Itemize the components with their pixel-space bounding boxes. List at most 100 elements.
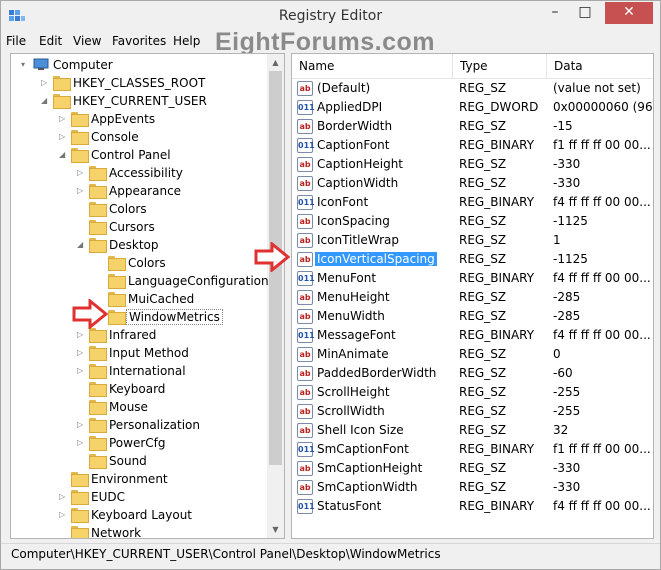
value-name[interactable]: PaddedBorderWidth xyxy=(315,366,438,380)
tree-node-label[interactable]: Keyboard xyxy=(107,382,167,396)
tree-node-label[interactable]: Network xyxy=(89,526,143,538)
value-name[interactable]: MinAnimate xyxy=(315,347,391,361)
tree-node-label[interactable]: Keyboard Layout xyxy=(89,508,194,522)
value-row[interactable]: ab SmCaptionHeight REG_SZ -330 xyxy=(292,459,653,478)
tree-node-label[interactable]: AppEvents xyxy=(89,112,157,126)
value-name[interactable]: MenuFont xyxy=(315,271,378,285)
tree-node-label[interactable]: Personalization xyxy=(107,418,202,432)
tree-node-label[interactable]: PowerCfg xyxy=(107,436,168,450)
expander-icon[interactable]: ◢ xyxy=(59,146,69,164)
value-row[interactable]: ab MinAnimate REG_SZ 0 xyxy=(292,345,653,364)
menu-file[interactable]: File xyxy=(6,34,26,48)
expander-icon[interactable]: ◢ xyxy=(77,236,87,254)
tree-node-label[interactable]: Console xyxy=(89,130,141,144)
value-name[interactable]: AppliedDPI xyxy=(315,100,384,114)
expander-icon[interactable]: ▷ xyxy=(59,506,69,524)
value-row[interactable]: ab SmCaptionWidth REG_SZ -330 xyxy=(292,478,653,497)
tree-node-label[interactable]: Colors xyxy=(126,256,168,270)
tree-node-label[interactable]: HKEY_CLASSES_ROOT xyxy=(71,76,207,90)
value-name[interactable]: MessageFont xyxy=(315,328,398,342)
value-row[interactable]: ab Shell Icon Size REG_SZ 32 xyxy=(292,421,653,440)
tree-node-label[interactable]: Infrared xyxy=(107,328,158,342)
value-row[interactable]: ab (Default) REG_SZ (value not set) xyxy=(292,79,653,98)
value-row[interactable]: ab IconTitleWrap REG_SZ 1 xyxy=(292,231,653,250)
value-row[interactable]: 011 SmCaptionFont REG_BINARY f1 ff ff ff 00… xyxy=(292,440,653,459)
tree-node-label[interactable]: Control Panel xyxy=(89,148,173,162)
value-name[interactable]: SmCaptionFont xyxy=(315,442,411,456)
tree-node-label[interactable]: Environment xyxy=(89,472,170,486)
expander-icon[interactable]: ▷ xyxy=(59,110,69,128)
key-tree-pane[interactable]: ▲ ▼ ▾ Computer ▷ HKEY_CLASSES_ROOT ◢ HKEY_CUR… xyxy=(10,53,285,539)
menu-edit[interactable]: Edit xyxy=(39,34,62,48)
value-name[interactable]: CaptionFont xyxy=(315,138,391,152)
expander-icon[interactable]: ▷ xyxy=(77,182,87,200)
value-name[interactable]: IconTitleWrap xyxy=(315,233,401,247)
value-row[interactable]: ab PaddedBorderWidth REG_SZ -60 xyxy=(292,364,653,383)
tree-node-label[interactable]: Desktop xyxy=(107,238,161,252)
value-name[interactable]: StatusFont xyxy=(315,499,383,513)
tree-scrollbar[interactable]: ▲ ▼ xyxy=(267,54,284,538)
value-row[interactable]: ab ScrollHeight REG_SZ -255 xyxy=(292,383,653,402)
value-row[interactable]: 011 StatusFont REG_BINARY f4 ff ff ff 00 00… xyxy=(292,497,653,516)
tree-node-label[interactable]: Colors xyxy=(107,202,149,216)
expander-icon[interactable]: ▷ xyxy=(59,488,69,506)
value-row[interactable]: 011 MenuFont REG_BINARY f4 ff ff ff 00 00..… xyxy=(292,269,653,288)
value-name[interactable]: ScrollWidth xyxy=(315,404,387,418)
tree-node-label[interactable]: Input Method xyxy=(107,346,191,360)
menu-help[interactable]: Help xyxy=(173,34,200,48)
minimize-button[interactable]: – xyxy=(541,2,569,24)
value-name[interactable]: SmCaptionWidth xyxy=(315,480,420,494)
expander-icon[interactable]: ▷ xyxy=(59,128,69,146)
scroll-up-arrow-icon[interactable]: ▲ xyxy=(267,54,284,71)
tree-node-label[interactable]: MuiCached xyxy=(126,292,196,306)
expander-icon[interactable]: ▷ xyxy=(77,434,87,452)
value-name[interactable]: IconVerticalSpacing xyxy=(315,252,437,266)
values-list-pane[interactable]: Name Type Data ab (Default) REG_SZ (value n… xyxy=(291,53,654,539)
value-name[interactable]: MenuWidth xyxy=(315,309,387,323)
scroll-down-arrow-icon[interactable]: ▼ xyxy=(267,521,284,538)
expander-icon[interactable]: ▾ xyxy=(21,56,31,74)
menu-view[interactable]: View xyxy=(73,34,101,48)
tree-node-label[interactable]: Cursors xyxy=(107,220,157,234)
tree-node-label[interactable]: WindowMetrics xyxy=(126,309,223,325)
expander-icon[interactable]: ▷ xyxy=(77,362,87,380)
tree-node-label[interactable]: HKEY_CURRENT_USER xyxy=(71,94,209,108)
value-row[interactable]: ab BorderWidth REG_SZ -15 xyxy=(292,117,653,136)
column-header-type[interactable]: Type xyxy=(453,54,547,78)
tree-node-label[interactable]: EUDC xyxy=(89,490,127,504)
value-name[interactable]: BorderWidth xyxy=(315,119,394,133)
expander-icon[interactable]: ▷ xyxy=(41,74,51,92)
value-row[interactable]: ab MenuHeight REG_SZ -285 xyxy=(292,288,653,307)
value-row[interactable]: ab MenuWidth REG_SZ -285 xyxy=(292,307,653,326)
value-name[interactable]: IconFont xyxy=(315,195,370,209)
value-row[interactable]: 011 AppliedDPI REG_DWORD 0x00000060 (96) xyxy=(292,98,653,117)
column-header-data[interactable]: Data xyxy=(547,54,653,78)
value-row[interactable]: ab CaptionHeight REG_SZ -330 xyxy=(292,155,653,174)
expander-icon[interactable]: ▷ xyxy=(77,416,87,434)
close-button[interactable]: ✕ xyxy=(605,2,653,24)
value-name[interactable]: Shell Icon Size xyxy=(315,423,406,437)
value-row[interactable]: ab IconVerticalSpacing REG_SZ -1125 xyxy=(292,250,653,269)
column-header-name[interactable]: Name xyxy=(292,54,453,78)
value-row[interactable]: ab ScrollWidth REG_SZ -255 xyxy=(292,402,653,421)
value-name[interactable]: ScrollHeight xyxy=(315,385,392,399)
value-name[interactable]: CaptionHeight xyxy=(315,157,405,171)
maximize-button[interactable]: □ xyxy=(571,2,599,24)
expander-icon[interactable]: ◢ xyxy=(41,92,51,110)
value-name[interactable]: MenuHeight xyxy=(315,290,392,304)
expander-icon[interactable]: ▷ xyxy=(77,164,87,182)
tree-node-label[interactable]: Mouse xyxy=(107,400,150,414)
value-row[interactable]: 011 IconFont REG_BINARY f4 ff ff ff 00 00..… xyxy=(292,193,653,212)
tree-node-label[interactable]: International xyxy=(107,364,188,378)
tree-node-label[interactable]: Sound xyxy=(107,454,149,468)
menu-favorites[interactable]: Favorites xyxy=(112,34,166,48)
value-row[interactable]: ab CaptionWidth REG_SZ -330 xyxy=(292,174,653,193)
tree-node-label[interactable]: Accessibility xyxy=(107,166,185,180)
value-row[interactable]: 011 MessageFont REG_BINARY f4 ff ff ff 00 0… xyxy=(292,326,653,345)
tree-node-label[interactable]: Appearance xyxy=(107,184,183,198)
value-name[interactable]: CaptionWidth xyxy=(315,176,400,190)
tree-node-label[interactable]: Computer xyxy=(51,58,115,72)
value-row[interactable]: ab IconSpacing REG_SZ -1125 xyxy=(292,212,653,231)
tree-node-label[interactable]: LanguageConfiguration xyxy=(126,274,271,288)
value-name[interactable]: IconSpacing xyxy=(315,214,392,228)
